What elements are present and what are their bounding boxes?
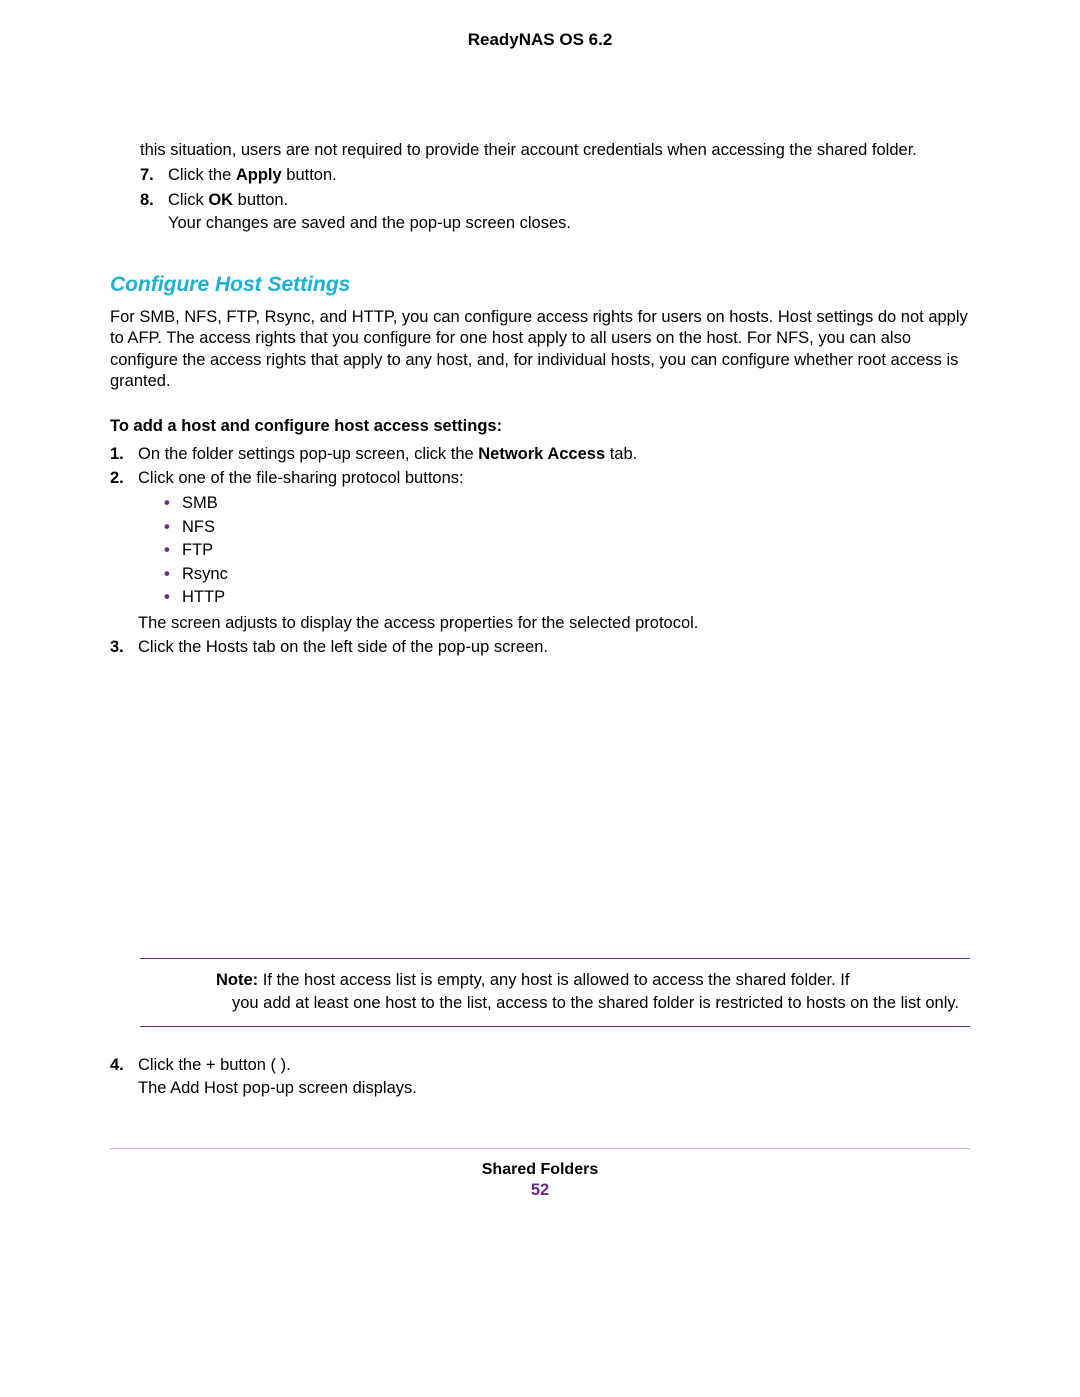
note-label: Note: <box>216 971 258 989</box>
step-3: 3. Click the Hosts tab on the left side … <box>110 637 970 658</box>
ordered-steps-mid: 1. On the folder settings pop-up screen,… <box>110 444 970 659</box>
bullet-icon: • <box>164 564 170 585</box>
step-2: 2. Click one of the file-sharing protoco… <box>110 468 970 634</box>
step-text: Click one of the file-sharing protocol b… <box>138 469 464 487</box>
step-subtext: The screen adjusts to display the access… <box>138 613 970 634</box>
note-text-line1: If the host access list is empty, any ho… <box>263 971 850 989</box>
ordered-steps-bottom: 4. Click the + button ( ). The Add Host … <box>110 1055 970 1100</box>
bullet-icon: • <box>164 540 170 561</box>
continuation-paragraph: this situation, users are not required t… <box>140 140 970 161</box>
step-number: 8. <box>140 190 154 211</box>
bullet-item: •Rsync <box>164 564 970 585</box>
step-text: Click the Apply button. <box>168 166 337 184</box>
step-4: 4. Click the + button ( ). The Add Host … <box>110 1055 970 1100</box>
step-8: 8. Click OK button. Your changes are sav… <box>140 190 970 235</box>
procedure-heading: To add a host and configure host access … <box>110 417 970 436</box>
footer-divider <box>110 1148 970 1149</box>
step-text: On the folder settings pop-up screen, cl… <box>138 445 637 463</box>
step-1: 1. On the folder settings pop-up screen,… <box>110 444 970 465</box>
bullet-item: •SMB <box>164 493 970 514</box>
step-number: 2. <box>110 468 124 489</box>
step-7: 7. Click the Apply button. <box>140 165 970 186</box>
footer-page-number: 52 <box>110 1181 970 1200</box>
step-text: Click the Hosts tab on the left side of … <box>138 638 548 656</box>
bullet-item: •HTTP <box>164 587 970 608</box>
step-number: 7. <box>140 165 154 186</box>
document-page: ReadyNAS OS 6.2 this situation, users ar… <box>0 0 1080 1230</box>
step-number: 4. <box>110 1055 124 1076</box>
section-paragraph: For SMB, NFS, FTP, Rsync, and HTTP, you … <box>110 307 970 393</box>
ordered-steps-top: 7. Click the Apply button. 8. Click OK b… <box>140 165 970 234</box>
bullet-icon: • <box>164 493 170 514</box>
section-heading: Configure Host Settings <box>110 273 970 297</box>
bullet-item: •NFS <box>164 517 970 538</box>
note-block: Note: If the host access list is empty, … <box>140 958 970 1027</box>
note-text-line2: you add at least one host to the list, a… <box>232 992 970 1014</box>
bullet-icon: • <box>164 517 170 538</box>
step-number: 3. <box>110 637 124 658</box>
step-subtext: Your changes are saved and the pop-up sc… <box>168 213 970 234</box>
step-subtext: The Add Host pop-up screen displays. <box>138 1078 970 1099</box>
document-header: ReadyNAS OS 6.2 <box>110 30 970 50</box>
step-text: Click the + button ( ). <box>138 1056 291 1074</box>
step-text: Click OK button. <box>168 191 288 209</box>
bullet-item: •FTP <box>164 540 970 561</box>
bullet-icon: • <box>164 587 170 608</box>
footer-section-title: Shared Folders <box>110 1161 970 1179</box>
step-number: 1. <box>110 444 124 465</box>
protocol-bullets: •SMB •NFS •FTP •Rsync •HTTP <box>138 493 970 608</box>
